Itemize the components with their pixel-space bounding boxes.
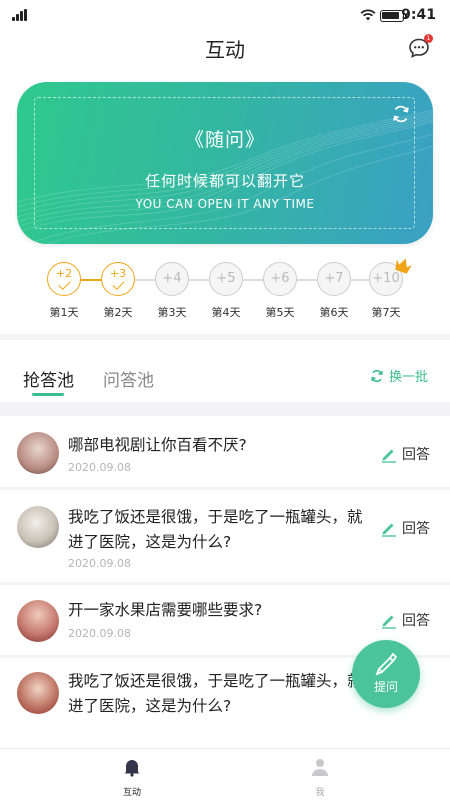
page-title: 互动 xyxy=(205,38,245,62)
checkin-day-label: 第5天 xyxy=(265,306,295,319)
checkin-points-circle: +6 xyxy=(263,262,297,296)
checkin-day-label: 第4天 xyxy=(211,306,241,319)
status-bar: 9:41 xyxy=(0,0,450,32)
checkin-day-2[interactable]: +3 第2天 xyxy=(98,262,138,320)
avatar xyxy=(17,506,59,548)
checkin-day-label: 第2天 xyxy=(103,306,133,319)
checkin-day-1[interactable]: +2 第1天 xyxy=(44,262,84,320)
checkin-points-circle: +5 xyxy=(209,262,243,296)
tab-bar: 抢答池 问答池 换一批 xyxy=(0,340,450,402)
bottom-tab-me[interactable]: 我 xyxy=(290,757,350,798)
bell-icon xyxy=(124,760,140,777)
avatar xyxy=(17,672,59,714)
swap-batch-button[interactable]: 换一批 xyxy=(370,366,428,385)
answer-button[interactable]: 回答 xyxy=(380,610,430,630)
checkin-points-circle: +7 xyxy=(317,262,351,296)
answer-label: 回答 xyxy=(402,521,430,537)
refresh-icon[interactable] xyxy=(391,104,411,124)
banner-subtitle: 任何时候都可以翻开它 xyxy=(144,172,305,190)
pencil-icon xyxy=(382,615,396,629)
checkin-points-circle: +4 xyxy=(155,262,189,296)
bottom-tab-interact[interactable]: 互动 xyxy=(102,757,162,798)
question-text: 哪部电视剧让你百看不厌? xyxy=(68,436,247,454)
status-time: 9:41 xyxy=(401,7,436,23)
tab-qa-pool[interactable]: 问答池 xyxy=(103,366,154,391)
tab-indicator xyxy=(32,393,64,396)
question-text: 开一家水果店需要哪些要求? xyxy=(68,601,263,619)
checkin-day-3[interactable]: +4 第3天 xyxy=(152,262,192,320)
ask-question-button[interactable]: 提问 xyxy=(352,640,420,708)
checkin-day-label: 第3天 xyxy=(157,306,187,319)
banner-title: 《随问》 xyxy=(184,129,265,151)
question-date: 2020.09.08 xyxy=(68,627,131,640)
checkin-points-circle: +2 xyxy=(47,262,81,296)
answer-label: 回答 xyxy=(402,613,430,629)
signal-icon xyxy=(12,9,28,21)
answer-label: 回答 xyxy=(402,447,430,463)
crown-icon xyxy=(395,258,412,274)
checkin-day-label: 第7天 xyxy=(371,306,401,319)
avatar xyxy=(17,600,59,642)
question-text: 我吃了饭还是很饿，于是吃了一瓶罐头，就进了医院，这是为什么? xyxy=(68,508,363,551)
feather-pen-icon xyxy=(375,652,398,676)
avatar xyxy=(17,432,59,474)
banner-subtitle-en: YOU CAN OPEN IT ANY TIME xyxy=(135,197,315,211)
checkin-day-label: 第6天 xyxy=(319,306,349,319)
wifi-icon xyxy=(360,9,376,21)
pencil-icon xyxy=(382,523,396,537)
checkin-day-5[interactable]: +6 第5天 xyxy=(260,262,300,320)
checkin-day-4[interactable]: +5 第4天 xyxy=(206,262,246,320)
question-item[interactable]: 哪部电视剧让你百看不厌? 2020.09.08 回答 xyxy=(0,416,450,487)
answer-button[interactable]: 回答 xyxy=(380,518,430,538)
question-text: 我吃了饭还是很饿，于是吃了一瓶罐头，就进了医院，这是为什么? xyxy=(68,672,363,715)
banner-card[interactable]: 《随问》 任何时候都可以翻开它 YOU CAN OPEN IT ANY TIME xyxy=(17,82,433,244)
ask-question-label: 提问 xyxy=(373,680,398,694)
bottom-tab-label: 互动 xyxy=(122,788,141,798)
nav-bar: 互动 1 xyxy=(0,32,450,66)
swap-label: 换一批 xyxy=(388,370,428,385)
bottom-tab-label: 我 xyxy=(315,788,325,798)
question-item[interactable]: 我吃了饭还是很饿，于是吃了一瓶罐头，就进了医院，这是为什么? 2020.09.0… xyxy=(0,490,450,582)
checkin-row: +2 第1天 +3 第2天 +4 第3天 +5 第4天 +6 第5天 +7 第6… xyxy=(0,258,450,330)
tab-grab-pool[interactable]: 抢答池 xyxy=(23,366,74,391)
checkin-day-6[interactable]: +7 第6天 xyxy=(314,262,354,320)
answer-button[interactable]: 回答 xyxy=(380,444,430,464)
question-date: 2020.09.08 xyxy=(68,557,131,570)
checkin-day-label: 第1天 xyxy=(49,306,79,319)
message-button[interactable]: 1 xyxy=(408,34,433,59)
message-badge: 1 xyxy=(424,34,433,43)
person-icon xyxy=(312,759,328,776)
checkin-points-circle: +3 xyxy=(101,262,135,296)
question-date: 2020.09.08 xyxy=(68,461,131,474)
refresh-icon xyxy=(371,369,383,382)
bottom-nav: 互动 我 xyxy=(0,748,450,800)
pencil-icon xyxy=(382,449,396,463)
